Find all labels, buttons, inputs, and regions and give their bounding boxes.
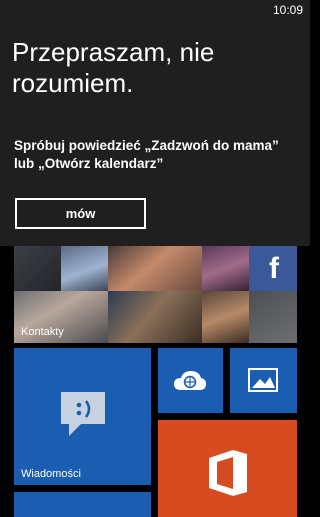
status-bar: 10:09 xyxy=(0,0,310,20)
speech-recognition-panel: Przepraszam, nie rozumiem. Spróbuj powie… xyxy=(0,20,310,246)
contact-photo xyxy=(108,291,202,343)
contact-photo xyxy=(249,291,297,343)
speech-hint-line-2: lub „Otwórz kalendarz” xyxy=(14,156,164,171)
office-tile[interactable] xyxy=(158,420,297,517)
contact-photo xyxy=(14,246,61,291)
onedrive-tile[interactable] xyxy=(158,348,223,413)
people-tile[interactable]: f Kontakty xyxy=(14,246,297,343)
office-icon xyxy=(209,450,247,496)
photos-icon xyxy=(248,368,278,392)
clock: 10:09 xyxy=(272,3,303,17)
people-tile-label: Kontakty xyxy=(21,326,64,338)
contact-photo xyxy=(202,246,249,291)
messaging-icon xyxy=(61,392,105,436)
speech-hint-line-1: Spróbuj powiedzieć „Zadzwoń do mama” xyxy=(14,138,279,153)
app-tile[interactable] xyxy=(14,492,151,517)
contact-photo xyxy=(108,246,202,291)
speech-error-message: Przepraszam, nie rozumiem. xyxy=(12,37,215,98)
messaging-tile-label: Wiadomości xyxy=(21,468,81,480)
onedrive-icon xyxy=(174,371,206,390)
contact-photo xyxy=(202,291,249,343)
start-screen: f Kontakty Wiadomości xyxy=(0,246,310,517)
messaging-tile[interactable]: Wiadomości xyxy=(14,348,151,485)
photos-tile[interactable] xyxy=(230,348,297,413)
speech-hint: Spróbuj powiedzieć „Zadzwoń do mama” lub… xyxy=(14,137,304,173)
contact-photo xyxy=(61,246,108,291)
speak-button[interactable]: mów xyxy=(15,198,146,229)
facebook-icon: f xyxy=(269,252,279,285)
